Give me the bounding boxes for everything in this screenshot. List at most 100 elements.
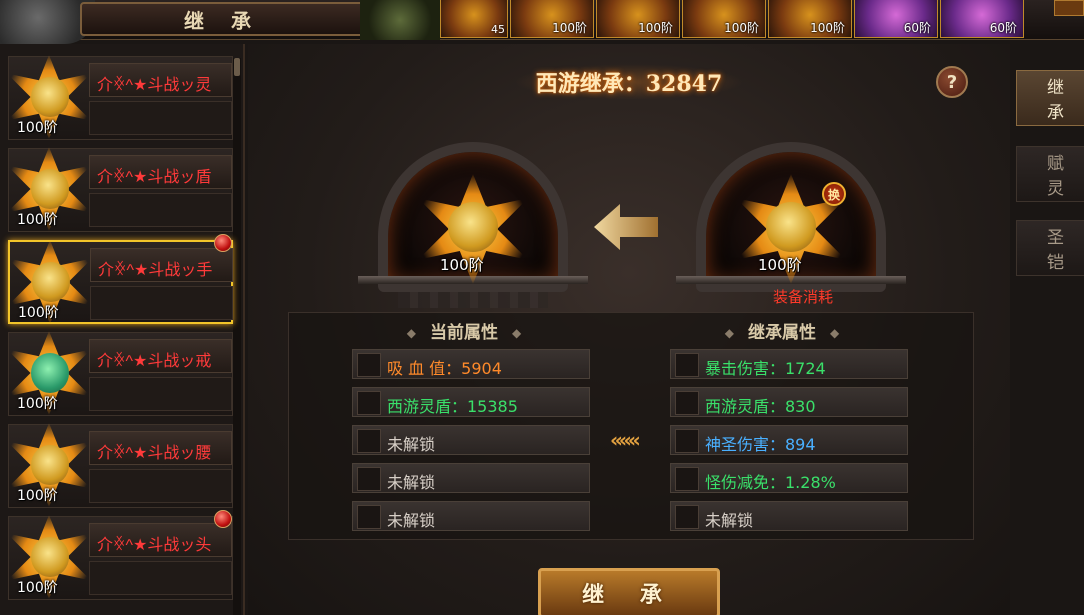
diamond-icon: ◆: [724, 326, 734, 340]
top-item-slot[interactable]: 100阶: [768, 0, 852, 38]
diamond-icon: ◆: [830, 326, 840, 340]
slot-level: 100阶: [724, 21, 759, 35]
attribute-row: 暴击伤害：1724: [670, 349, 908, 379]
lock-checkbox[interactable]: [357, 353, 381, 377]
equipment-icon: [31, 169, 69, 209]
current-attrs-label: 当前属性: [430, 323, 498, 343]
lock-checkbox[interactable]: [675, 505, 699, 529]
window-title: 继 承: [80, 2, 365, 36]
attribute-row: 未解锁: [352, 501, 590, 531]
sub-row-bg: [89, 561, 232, 595]
top-item-slot[interactable]: 100阶: [510, 0, 594, 38]
swap-badge[interactable]: 换: [822, 182, 846, 206]
equipment-icon: [31, 537, 69, 577]
target-equipment-slot[interactable]: 100阶: [418, 174, 528, 284]
red-notification-dot: [214, 234, 232, 252]
equipment-icon: [31, 77, 69, 117]
equipment-name: 介ꏍ^★斗战ッ戒: [97, 353, 212, 370]
lock-checkbox[interactable]: [675, 467, 699, 491]
source-equipment-slot[interactable]: 100阶 换: [736, 174, 846, 284]
equipment-list-panel: 100阶 介ꏍ^★斗战ッ灵 100阶 介ꏍ^★斗战ッ盾 100阶 介ꏍ^★斗战ッ手 100阶…: [0, 44, 245, 615]
equipment-icon: [31, 353, 69, 393]
sub-row-bg: [89, 377, 232, 411]
red-notification-dot: [214, 510, 232, 528]
attribute-text: 吸 血 值：5904: [387, 359, 502, 378]
equipment-level: 100阶: [17, 580, 58, 596]
transfer-chevrons-icon: «««: [610, 428, 641, 452]
top-strip-end: [1054, 0, 1084, 16]
equipment-icon: [448, 202, 498, 252]
equipment-icon: [31, 445, 69, 485]
lock-checkbox[interactable]: [357, 391, 381, 415]
attribute-text: 未解锁: [387, 435, 436, 454]
help-button[interactable]: ?: [936, 66, 968, 98]
side-tab[interactable]: 继 承: [1016, 70, 1084, 126]
arrow-left-icon: [594, 204, 658, 250]
slot-level: 100阶: [638, 21, 673, 35]
equipment-list-item[interactable]: 100阶 介ꏍ^★斗战ッ头: [7, 515, 233, 600]
equipment-list-item[interactable]: 100阶 介ꏍ^★斗战ッ盾: [7, 147, 233, 232]
lock-checkbox[interactable]: [675, 391, 699, 415]
slot-level: 60阶: [989, 21, 1017, 35]
top-bar: 继 承 45 100阶 100阶 100阶 100阶 60阶 60阶: [0, 0, 1084, 44]
slot-level: 100阶: [552, 21, 587, 35]
inherit-attrs-label: 继承属性: [748, 323, 816, 343]
side-tab[interactable]: 圣 铠: [1016, 220, 1084, 276]
lock-checkbox[interactable]: [357, 505, 381, 529]
lock-checkbox[interactable]: [357, 467, 381, 491]
attribute-row: 怪伤减免：1.28%: [670, 463, 908, 493]
top-item-slot[interactable]: 60阶: [940, 0, 1024, 38]
equipment-icon: [766, 202, 816, 252]
attribute-row: 未解锁: [352, 463, 590, 493]
top-item-slot[interactable]: 100阶: [596, 0, 680, 38]
equipment-name: 介ꏍ^★斗战ッ头: [97, 537, 212, 554]
attribute-text: 暴击伤害：1724: [705, 359, 826, 378]
sub-row-bg: [89, 101, 232, 135]
equipment-name: 介ꏍ^★斗战ッ腰: [97, 445, 212, 462]
equipment-list-item[interactable]: 100阶 介ꏍ^★斗战ッ灵: [7, 55, 233, 140]
lock-checkbox[interactable]: [675, 353, 699, 377]
attribute-text: 未解锁: [705, 511, 754, 530]
slot-quantity: 45: [491, 23, 505, 36]
inherit-score-title: 西游继承：32847: [514, 64, 744, 100]
lock-checkbox[interactable]: [675, 429, 699, 453]
top-item-slot[interactable]: 100阶: [682, 0, 766, 38]
equipment-gem: 100阶: [1, 325, 97, 421]
attribute-row: 未解锁: [352, 425, 590, 455]
attribute-text: 神圣伤害：894: [705, 435, 816, 454]
equipment-list-item[interactable]: 100阶 介ꏍ^★斗战ッ手: [8, 240, 233, 324]
side-tab[interactable]: 赋 灵: [1016, 146, 1084, 202]
attribute-text: 西游灵盾：830: [705, 397, 816, 416]
sub-row-bg: [90, 286, 233, 320]
top-item-slot[interactable]: 45: [440, 0, 508, 38]
dragon-ornament-right: [360, 0, 440, 40]
equipment-name: 介ꏍ^★斗战ッ盾: [97, 169, 212, 186]
lock-checkbox[interactable]: [357, 429, 381, 453]
attribute-row: 西游灵盾：830: [670, 387, 908, 417]
diamond-icon: ◆: [406, 326, 416, 340]
equipment-level: 100阶: [18, 305, 59, 321]
equipment-gem: 100阶: [2, 234, 98, 330]
equipment-list-item[interactable]: 100阶 介ꏍ^★斗战ッ戒: [7, 331, 233, 416]
consume-caption: 装备消耗: [772, 288, 833, 306]
equipment-list-item[interactable]: 100阶 介ꏍ^★斗战ッ腰: [7, 423, 233, 508]
list-scroll-thumb[interactable]: [234, 58, 240, 76]
equipment-icon: [32, 262, 70, 302]
equipment-gem: 100阶: [1, 509, 97, 605]
slot-level: 60阶: [903, 21, 931, 35]
list-scrollbar[interactable]: [233, 58, 241, 615]
target-level: 100阶: [440, 256, 484, 274]
attribute-row: 西游灵盾：15385: [352, 387, 590, 417]
sub-row-bg: [89, 193, 232, 227]
source-level: 100阶: [758, 256, 802, 274]
sub-row-bg: [89, 469, 232, 503]
equipment-level: 100阶: [17, 120, 58, 136]
diamond-icon: ◆: [512, 326, 522, 340]
equipment-gem: 100阶: [1, 141, 97, 237]
top-item-strip: 45 100阶 100阶 100阶 100阶 60阶 60阶: [440, 0, 1024, 38]
current-attrs-title: ◆ 当前属性 ◆: [364, 318, 564, 343]
top-item-slot[interactable]: 60阶: [854, 0, 938, 38]
inherit-button[interactable]: 继 承: [538, 568, 720, 615]
attribute-row: 吸 血 值：5904: [352, 349, 590, 379]
equipment-name: 介ꏍ^★斗战ッ灵: [97, 77, 212, 94]
